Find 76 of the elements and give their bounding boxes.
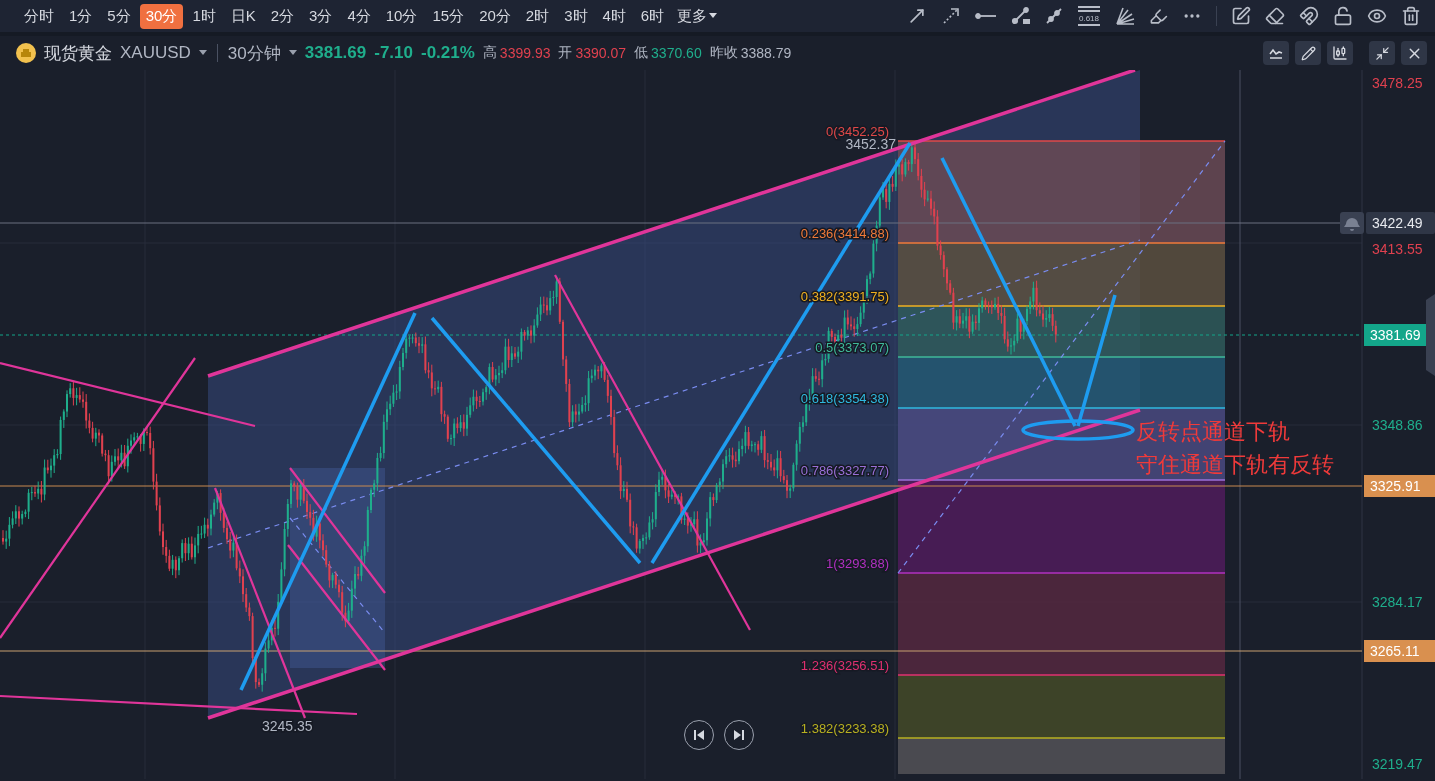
draw-button[interactable] xyxy=(1295,41,1321,65)
stat-label: 低 xyxy=(634,44,649,62)
timeframe-tab[interactable]: 2分 xyxy=(264,3,301,29)
shrink-icon xyxy=(1374,45,1390,61)
annotation-text: 反转点通道下轨 xyxy=(1136,419,1290,444)
trash-icon[interactable] xyxy=(1401,6,1421,26)
timeframe-tab[interactable]: 6时 xyxy=(634,3,671,29)
price-axis-label: 3381.69 xyxy=(1370,327,1421,343)
fibonacci-level-label: 1(3293.88) xyxy=(826,556,889,571)
skip-back-icon xyxy=(693,729,705,741)
low-price-mark: 3245.35 xyxy=(262,718,313,734)
price-axis-label: 3422.49 xyxy=(1372,215,1423,231)
timeframe-tab[interactable]: 4分 xyxy=(341,3,377,29)
arrow-icon[interactable] xyxy=(907,6,927,26)
fibonacci-level-label: 0(3452.25) xyxy=(826,124,889,139)
shrink-button[interactable] xyxy=(1369,41,1395,65)
instrument-symbol[interactable]: XAUUSD xyxy=(120,43,191,63)
timeframe-tab[interactable]: 20分 xyxy=(473,3,517,29)
timeframe-tab[interactable]: 3分 xyxy=(303,3,339,29)
price-axis-label: 3413.55 xyxy=(1372,241,1423,257)
stat-value: 3388.79 xyxy=(740,45,792,61)
side-panel-handle[interactable] xyxy=(1426,294,1435,376)
price-axis-label: 3265.11 xyxy=(1370,643,1420,659)
highlighter-icon[interactable] xyxy=(1149,6,1168,26)
price-axis-label: 3325.91 xyxy=(1370,478,1421,494)
chart-type-button[interactable] xyxy=(1327,41,1353,65)
caret-icon xyxy=(709,13,718,19)
timeframe-tab[interactable]: 2时 xyxy=(519,3,556,29)
price-axis-label: 3478.25 xyxy=(1372,75,1423,91)
trend-line-icon[interactable] xyxy=(1011,6,1031,26)
annotation-text: 守住通道下轨有反转 xyxy=(1136,452,1334,477)
timeframe-tab[interactable]: 分时 xyxy=(18,3,60,29)
timeframe-tab[interactable]: 15分 xyxy=(426,3,471,29)
pencil-icon xyxy=(1300,45,1316,61)
eye-icon[interactable] xyxy=(1367,6,1387,26)
more-dropdown[interactable]: 更多 xyxy=(673,3,722,29)
stat-label: 高 xyxy=(482,44,497,62)
jump-to-end-button[interactable] xyxy=(724,720,754,750)
price-axis-label: 3348.86 xyxy=(1372,417,1423,433)
eraser-icon[interactable] xyxy=(1265,6,1285,26)
stat-value: 3390.07 xyxy=(575,45,627,61)
line-segment-icon[interactable] xyxy=(1045,7,1063,25)
unlock-icon[interactable] xyxy=(1333,6,1353,26)
fan-lines-icon[interactable] xyxy=(1115,6,1135,26)
jump-to-start-button[interactable] xyxy=(684,720,714,750)
last-price: 3381.69 xyxy=(304,43,367,63)
timeframe-tab[interactable]: 1时 xyxy=(186,3,222,29)
fibonacci-level-label: 1.382(3233.38) xyxy=(800,721,889,736)
price-change-percent: -0.21% xyxy=(421,43,475,63)
stat-value: 3370.60 xyxy=(651,45,702,61)
stat-label: 开 xyxy=(558,44,573,62)
caret-icon[interactable] xyxy=(288,50,297,56)
stat-value: 3399.93 xyxy=(499,45,551,61)
magnet-icon[interactable] xyxy=(1299,6,1319,26)
price-axis-label: 3219.47 xyxy=(1372,756,1423,772)
edit-icon[interactable] xyxy=(1231,6,1251,26)
timeframe-tab[interactable]: 1分 xyxy=(63,3,99,29)
price-change: -7.10 xyxy=(374,43,413,63)
timeframe-tab[interactable]: 日K xyxy=(224,3,262,29)
timeframe-tab[interactable]: 10分 xyxy=(379,3,424,29)
coin-icon xyxy=(16,43,36,63)
timeframe-tab[interactable]: 4时 xyxy=(596,3,632,29)
stat-label: 昨收 xyxy=(709,44,738,62)
close-button[interactable] xyxy=(1401,41,1427,65)
candlestick-icon xyxy=(1332,45,1348,61)
dashed-arrow-icon[interactable] xyxy=(941,6,961,26)
interval-selector[interactable]: 30分钟 xyxy=(227,41,281,65)
skip-forward-icon xyxy=(733,729,745,741)
fibonacci-level-label: 0.786(3327.77) xyxy=(800,463,889,478)
timeframe-tab[interactable]: 5分 xyxy=(101,3,137,29)
fibonacci-level-label: 1.236(3256.51) xyxy=(800,658,889,673)
indicator-button[interactable] xyxy=(1263,41,1289,65)
caret-icon[interactable] xyxy=(198,50,207,56)
timeframe-tab[interactable]: 3时 xyxy=(558,3,594,29)
instrument-name: 现货黄金 xyxy=(44,42,112,65)
price-axis-label: 3284.17 xyxy=(1372,594,1423,610)
